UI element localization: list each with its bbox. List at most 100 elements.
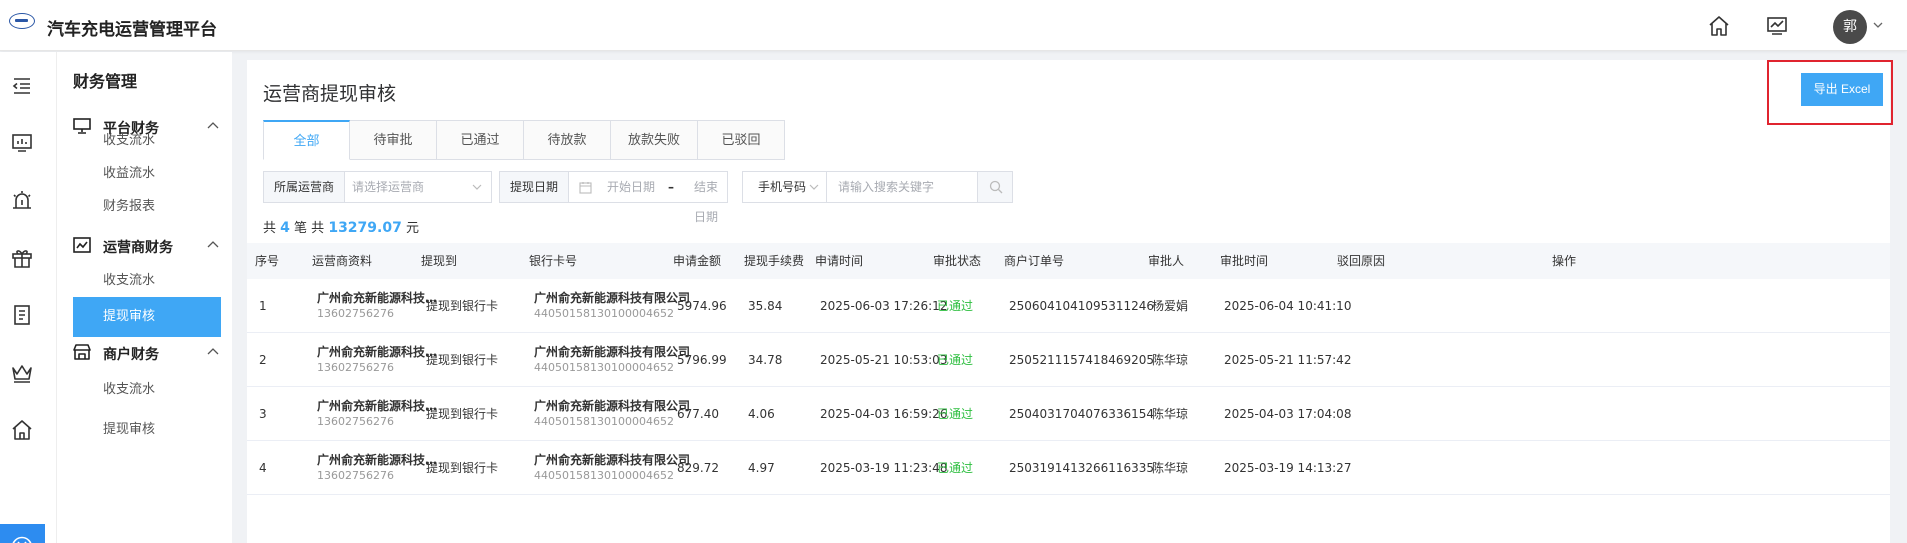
cell-fee: 4.06	[748, 407, 775, 421]
chevron-down-icon[interactable]	[1873, 20, 1883, 30]
dashboard-icon[interactable]	[10, 131, 34, 155]
menu-item-operator-withdraw-review[interactable]: 提现审核	[73, 297, 221, 337]
col-actions: 操作	[1552, 254, 1577, 268]
cell-apply-time: 2025-06-03 17:26:12	[820, 299, 948, 313]
table-header: 序号 运营商资料 提现到 银行卡号 申请金额 提现手续费 申请时间 审批状态 商…	[247, 243, 1890, 279]
phone-label: 手机号码	[758, 180, 807, 194]
operator-name: 广州俞充新能源科技…	[317, 291, 438, 305]
collapse-menu-icon[interactable]	[10, 74, 34, 98]
col-withdraw-to: 提现到	[421, 254, 458, 268]
cell-withdraw-to: 提现到银行卡	[426, 461, 499, 475]
operator-phone: 13602756276	[317, 469, 394, 482]
bank-name: 广州俞充新能源科技有限公司	[534, 345, 691, 359]
house-icon[interactable]	[10, 418, 34, 442]
menu-item-platform-report[interactable]: 财务报表	[73, 187, 221, 227]
search-button[interactable]	[977, 171, 1013, 203]
app-title: 汽车充电运营管理平台	[47, 20, 217, 40]
table-row[interactable]: 1 广州俞充新能源科技… 13602756276 提现到银行卡 广州俞充新能源科…	[247, 279, 1890, 333]
cell-order-no: 2505211157418469205	[1009, 353, 1155, 367]
operator-name: 广州俞充新能源科技…	[317, 399, 438, 413]
cell-amount: 5974.96	[677, 299, 727, 313]
table-row[interactable]: 4 广州俞充新能源科技… 13602756276 提现到银行卡 广州俞充新能源科…	[247, 441, 1890, 495]
tab-approved[interactable]: 已通过	[437, 120, 524, 160]
end-date-input[interactable]: 结束日期	[694, 172, 727, 232]
summary-mid: 笔 共	[294, 221, 325, 236]
cell-approver: 陈华琼	[1152, 461, 1189, 475]
gift-icon[interactable]	[10, 246, 34, 270]
cell-operator: 广州俞充新能源科技… 13602756276	[317, 344, 437, 376]
cell-index: 4	[259, 461, 267, 475]
shop-icon	[73, 344, 91, 360]
menu-item-merchant-withdraw-review[interactable]: 提现审核	[73, 410, 221, 450]
cell-order-no: 2503191413266116335	[1009, 461, 1155, 475]
list-icon[interactable]	[10, 303, 34, 327]
table-row[interactable]: 3 广州俞充新能源科技… 13602756276 提现到银行卡 广州俞充新能源科…	[247, 387, 1890, 441]
bank-name: 广州俞充新能源科技有限公司	[534, 399, 691, 413]
cell-fee: 4.97	[748, 461, 775, 475]
date-range-picker[interactable]: 提现日期 开始日期 – 结束日期	[499, 171, 728, 224]
col-order-no: 商户订单号	[1004, 254, 1065, 268]
menu-group-label: 商户财务	[103, 347, 159, 363]
keyword-placeholder: 请输入搜索关键字	[838, 180, 935, 194]
chevron-up-icon	[207, 348, 219, 355]
menu-item-operator-ledger[interactable]: 收支流水	[73, 261, 221, 301]
page-title: 运营商提现审核	[263, 83, 397, 105]
col-bank-card: 银行卡号	[529, 254, 578, 268]
col-apply-time: 申请时间	[815, 254, 864, 268]
cell-status: 已通过	[937, 407, 974, 421]
phone-select[interactable]: 手机号码	[742, 171, 826, 203]
calendar-icon	[579, 182, 592, 194]
cell-status: 已通过	[937, 299, 974, 313]
operator-select[interactable]: 所属运营商 请选择运营商	[263, 171, 492, 203]
menu-group-label: 运营商财务	[103, 240, 173, 256]
monitor-chart-icon[interactable]	[1765, 14, 1789, 38]
crown-icon[interactable]	[10, 361, 34, 385]
cell-amount: 5796.99	[677, 353, 727, 367]
finance-menu: 财务管理 平台财务 收支流水 收益流水 财务报表 运营商财务 收支流水 提现审核…	[57, 52, 232, 543]
col-index: 序号	[255, 254, 280, 268]
start-date-input[interactable]: 开始日期	[607, 172, 655, 202]
keyword-search-input[interactable]: 请输入搜索关键字	[826, 171, 978, 203]
cell-approve-time: 2025-04-03 17:04:08	[1224, 407, 1352, 421]
operator-phone: 13602756276	[317, 307, 394, 320]
cell-approve-time: 2025-06-04 10:41:10	[1224, 299, 1352, 313]
cell-approve-time: 2025-03-19 14:13:27	[1224, 461, 1352, 475]
operator-phone: 13602756276	[317, 361, 394, 374]
home-icon[interactable]	[1707, 14, 1731, 38]
cell-amount: 677.40	[677, 407, 719, 421]
summary-count: 4	[280, 220, 290, 236]
cell-fee: 34.78	[748, 353, 783, 367]
cell-order-no: 2506041041095311246	[1009, 299, 1155, 313]
cell-amount: 829.72	[677, 461, 719, 475]
cell-operator: 广州俞充新能源科技… 13602756276	[317, 452, 437, 484]
col-fee: 提现手续费	[744, 254, 805, 268]
bank-no: 44050158130100004652	[534, 307, 674, 320]
status-tabs: 全部 待审批 已通过 待放款 放款失败 已驳回	[263, 120, 785, 160]
menu-group-operator-finance[interactable]: 运营商财务	[57, 227, 232, 263]
cell-index: 1	[259, 299, 267, 313]
tab-pending-approval[interactable]: 待审批	[350, 120, 437, 160]
tab-all[interactable]: 全部	[263, 120, 350, 160]
summary-amount: 13279.07	[328, 220, 402, 236]
bank-no: 44050158130100004652	[534, 469, 674, 482]
cell-index: 2	[259, 353, 267, 367]
tab-payout-failed[interactable]: 放款失败	[611, 120, 698, 160]
cell-withdraw-to: 提现到银行卡	[426, 407, 499, 421]
tab-rejected[interactable]: 已驳回	[698, 120, 785, 160]
alarm-icon[interactable]	[10, 188, 34, 212]
table-row[interactable]: 2 广州俞充新能源科技… 13602756276 提现到银行卡 广州俞充新能源科…	[247, 333, 1890, 387]
cell-fee: 35.84	[748, 299, 783, 313]
date-label: 提现日期	[500, 172, 570, 202]
tab-pending-payout[interactable]: 待放款	[524, 120, 611, 160]
app-logo	[9, 13, 35, 29]
summary-suffix: 元	[405, 221, 419, 236]
cell-apply-time: 2025-03-19 11:23:48	[820, 461, 948, 475]
menu-item-merchant-ledger[interactable]: 收支流水	[73, 370, 221, 410]
icon-rail	[0, 52, 57, 543]
rail-item-finance-active[interactable]	[0, 524, 45, 543]
user-avatar[interactable]: 郭	[1833, 10, 1867, 44]
cell-approver: 陈华琼	[1152, 407, 1189, 421]
export-excel-button[interactable]: 导出 Excel	[1801, 73, 1883, 106]
menu-group-merchant-finance[interactable]: 商户财务	[57, 334, 232, 370]
cell-order-no: 2504031704076336154	[1009, 407, 1155, 421]
